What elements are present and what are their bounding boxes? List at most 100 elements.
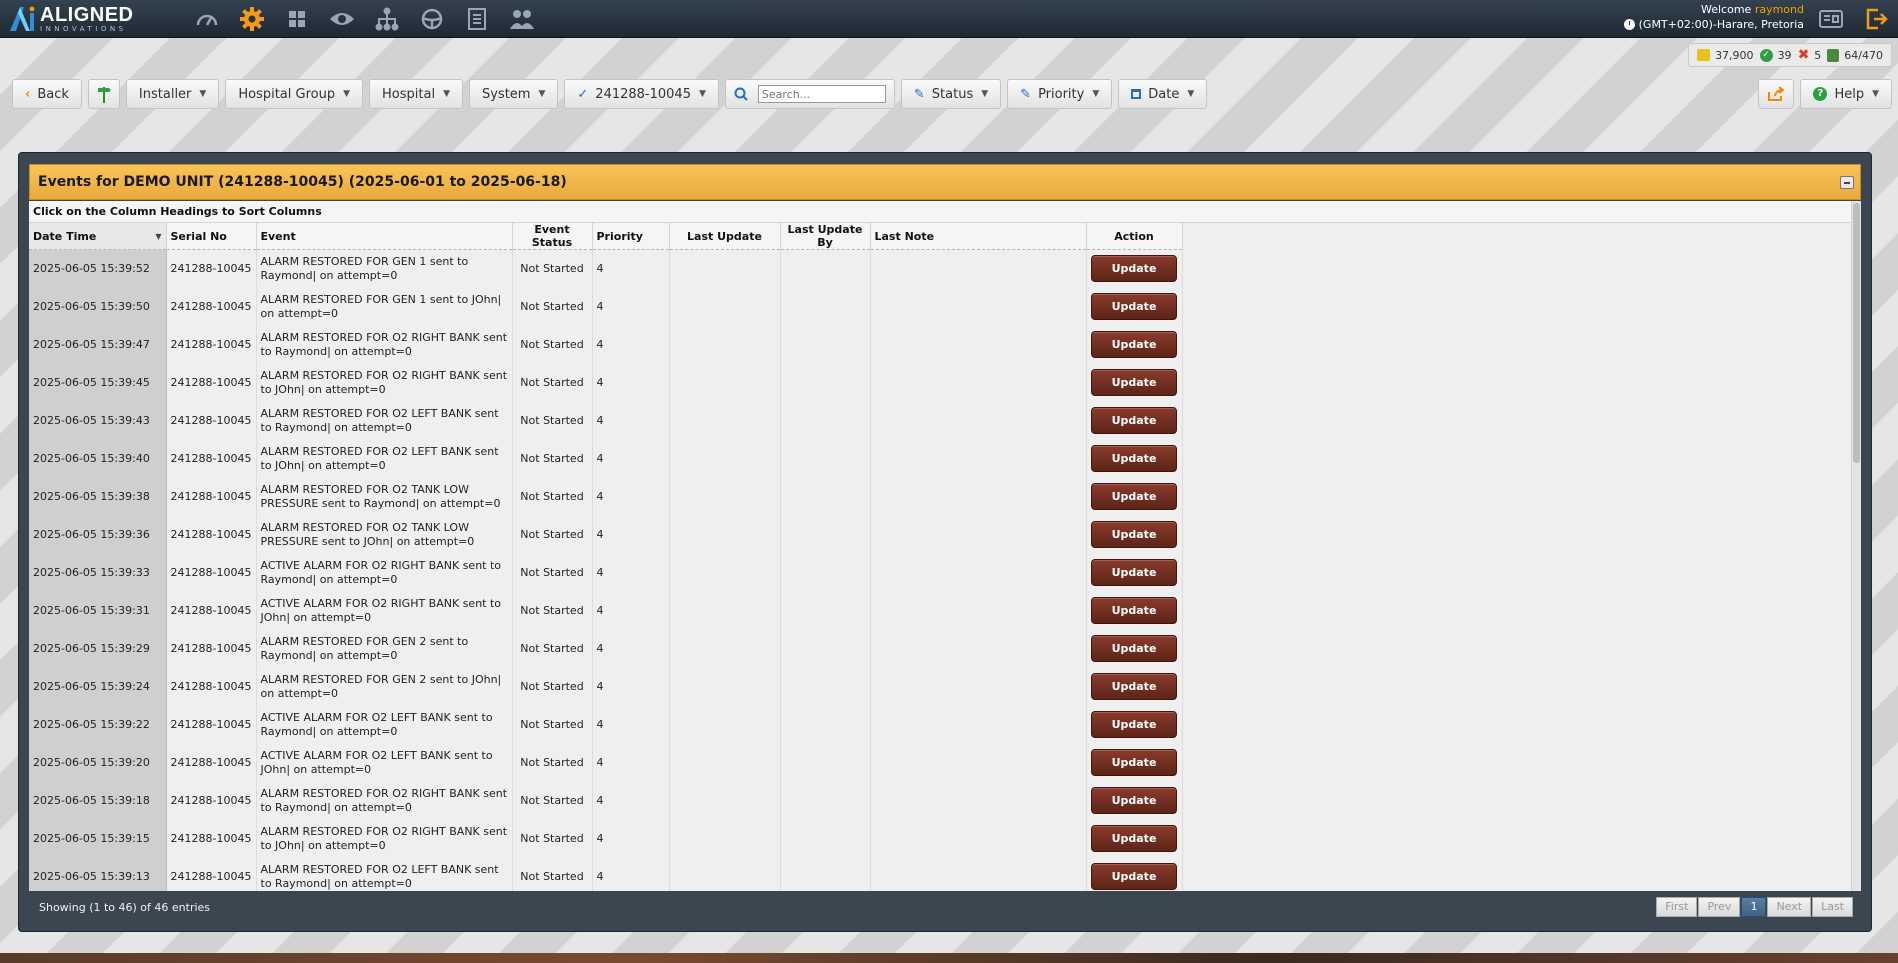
counter-value: 64/470 <box>1844 48 1883 62</box>
cell-last-note <box>870 819 1087 858</box>
users-icon[interactable] <box>499 0 544 38</box>
update-button[interactable]: Update <box>1091 445 1177 472</box>
vertical-scrollbar[interactable] <box>1851 201 1861 891</box>
update-button[interactable]: Update <box>1091 863 1177 890</box>
update-button[interactable]: Update <box>1091 369 1177 396</box>
update-button[interactable]: Update <box>1091 407 1177 434</box>
brand-logo[interactable]: ALIGNED INNOVATIONS <box>6 2 134 36</box>
cell-last-update-by <box>780 363 871 402</box>
col-last-update-by[interactable]: Last Update By <box>780 223 871 250</box>
cell-event: ACTIVE ALARM FOR O2 RIGHT BANK sent to R… <box>256 553 513 592</box>
priority-label: Priority <box>1038 86 1085 102</box>
welcome-user[interactable]: raymond <box>1755 3 1804 16</box>
logout-icon[interactable] <box>1853 0 1898 38</box>
cell-date-time: 2025-06-05 15:39:22 <box>29 705 167 744</box>
update-button[interactable]: Update <box>1091 331 1177 358</box>
steering-wheel-icon[interactable] <box>409 0 454 38</box>
cell-last-update <box>669 781 781 820</box>
cell-last-update-by <box>780 743 871 782</box>
cell-date-time: 2025-06-05 15:39:15 <box>29 819 167 858</box>
help-dropdown[interactable]: ? Help ▼ <box>1800 79 1892 109</box>
installer-dropdown[interactable]: Installer ▼ <box>125 79 220 109</box>
update-button[interactable]: Update <box>1091 673 1177 700</box>
date-dropdown[interactable]: Date ▼ <box>1118 79 1208 109</box>
col-last-note[interactable]: Last Note <box>870 223 1087 250</box>
col-date-time[interactable]: Date Time ▼ <box>29 223 167 250</box>
cell-last-update-by <box>780 287 871 326</box>
cell-event: ACTIVE ALARM FOR O2 LEFT BANK sent to JO… <box>256 743 513 782</box>
update-button[interactable]: Update <box>1091 255 1177 283</box>
collapse-icon[interactable] <box>1840 176 1854 189</box>
cell-action: Update <box>1086 591 1183 630</box>
update-button[interactable]: Update <box>1091 711 1177 738</box>
update-button[interactable]: Update <box>1091 749 1177 776</box>
pager-last[interactable]: Last <box>1812 897 1853 917</box>
update-button[interactable]: Update <box>1091 521 1177 548</box>
cell-serial-no: 241288-10045 <box>166 743 257 782</box>
cell-serial-no: 241288-10045 <box>166 629 257 668</box>
report-document-icon[interactable] <box>454 0 499 38</box>
pager-page-1[interactable]: 1 <box>1741 897 1767 917</box>
update-button[interactable]: Update <box>1091 483 1177 510</box>
priority-dropdown[interactable]: ✎ Priority ▼ <box>1007 79 1113 109</box>
cell-priority: 4 <box>592 325 670 364</box>
col-action[interactable]: Action <box>1086 223 1183 250</box>
signpost-button[interactable] <box>87 79 120 109</box>
cell-action: Update <box>1086 515 1183 554</box>
cell-priority: 4 <box>592 819 670 858</box>
cell-action: Update <box>1086 287 1183 326</box>
cell-event-status: Not Started <box>512 249 593 288</box>
cell-priority: 4 <box>592 667 670 706</box>
cell-last-update <box>669 819 781 858</box>
cell-last-note <box>870 857 1087 891</box>
table-row: 2025-06-05 15:39:50 241288-10045 ALARM RES… <box>29 287 1183 326</box>
export-button[interactable] <box>1758 79 1795 109</box>
apps-grid-icon[interactable] <box>274 0 319 38</box>
table-row: 2025-06-05 15:39:52 241288-10045 ALARM RES… <box>29 249 1183 288</box>
cell-serial-no: 241288-10045 <box>166 667 257 706</box>
scrollbar-thumb[interactable] <box>1853 203 1860 463</box>
pager-prev[interactable]: Prev <box>1698 897 1741 917</box>
desktop-strip <box>0 953 1898 963</box>
status-dropdown[interactable]: ✎ Status ▼ <box>900 79 1002 109</box>
col-event[interactable]: Event <box>256 223 513 250</box>
back-button[interactable]: ‹ Back <box>12 79 82 109</box>
dashboard-gauge-icon[interactable] <box>184 0 229 38</box>
cell-last-update <box>669 743 781 782</box>
update-button[interactable]: Update <box>1091 635 1177 662</box>
hospital-group-dropdown[interactable]: Hospital Group ▼ <box>225 79 364 109</box>
pager-first[interactable]: First <box>1656 897 1698 917</box>
cell-serial-no: 241288-10045 <box>166 439 257 478</box>
table-row: 2025-06-05 15:39:13 241288-10045 ALARM RES… <box>29 857 1183 891</box>
calendar-icon <box>1131 89 1142 99</box>
col-last-update[interactable]: Last Update <box>669 223 781 250</box>
update-button[interactable]: Update <box>1091 559 1177 586</box>
settings-gear-icon[interactable] <box>229 0 274 38</box>
search-input[interactable] <box>757 85 886 103</box>
counter-error: ✖ 5 <box>1798 47 1822 63</box>
col-priority[interactable]: Priority <box>592 223 670 250</box>
eye-icon[interactable] <box>319 0 364 38</box>
cell-date-time: 2025-06-05 15:39:24 <box>29 667 167 706</box>
unit-dropdown[interactable]: ✓ 241288-10045 ▼ <box>564 79 719 109</box>
back-label: Back <box>37 86 69 102</box>
hierarchy-icon[interactable] <box>364 0 409 38</box>
update-button[interactable]: Update <box>1091 293 1177 320</box>
pager-next[interactable]: Next <box>1767 897 1812 917</box>
col-serial-no[interactable]: Serial No <box>166 223 257 250</box>
cell-last-update-by <box>780 705 871 744</box>
update-button[interactable]: Update <box>1091 787 1177 814</box>
chevron-down-icon: ▼ <box>1092 89 1100 99</box>
system-dropdown[interactable]: System ▼ <box>468 79 559 109</box>
update-button[interactable]: Update <box>1091 597 1177 624</box>
col-event-status[interactable]: Event Status <box>512 223 593 250</box>
cell-last-update <box>669 477 781 516</box>
news-panel-icon[interactable] <box>1808 0 1853 38</box>
cell-event: ALARM RESTORED FOR O2 RIGHT BANK sent to… <box>256 781 513 820</box>
cell-event-status: Not Started <box>512 781 593 820</box>
update-button[interactable]: Update <box>1091 825 1177 852</box>
cell-last-update <box>669 667 781 706</box>
cell-event: ALARM RESTORED FOR O2 RIGHT BANK sent to… <box>256 363 513 402</box>
cell-last-update <box>669 857 781 891</box>
hospital-dropdown[interactable]: Hospital ▼ <box>369 79 463 109</box>
